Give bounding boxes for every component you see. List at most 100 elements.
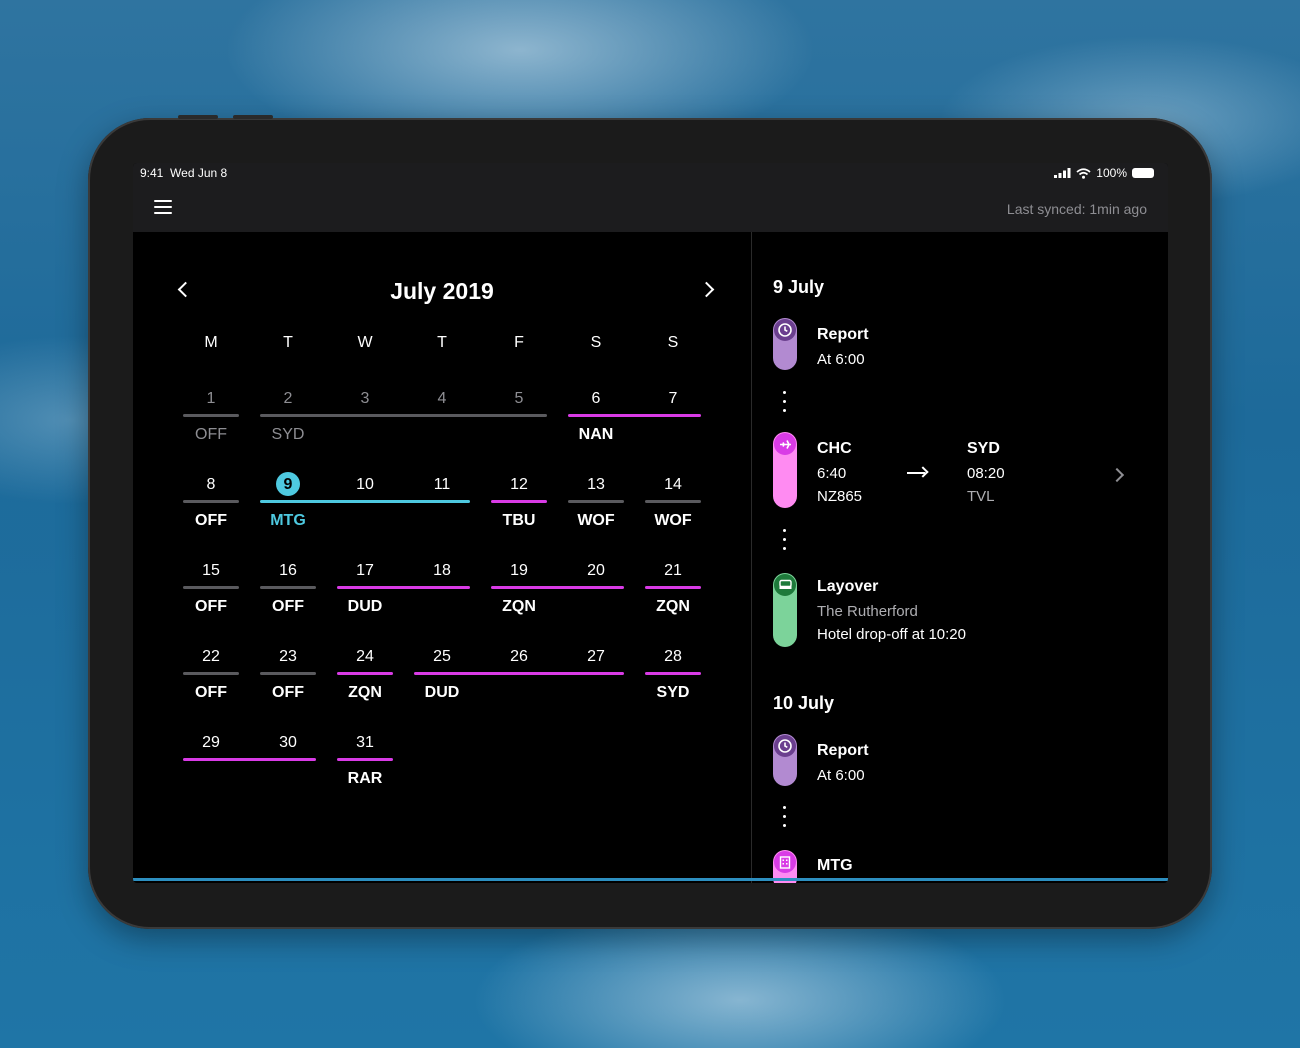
- clock-icon: [774, 319, 796, 341]
- day-code: SYD: [271, 426, 305, 443]
- calendar-day-10[interactable]: [329, 462, 401, 534]
- status-time-date: 9:41 Wed Jun 8: [140, 166, 227, 180]
- status-right: 100%: [1054, 166, 1154, 180]
- day-number: 3: [360, 390, 370, 407]
- hardware-button: [178, 115, 218, 119]
- weekday-label: T: [437, 334, 447, 351]
- day-number: 7: [668, 390, 678, 407]
- duty-bar: [183, 672, 239, 675]
- duty-bar: [491, 500, 547, 503]
- duty-bar: [645, 672, 701, 675]
- day-number: 10: [356, 476, 374, 493]
- day-number: 12: [510, 476, 528, 493]
- meeting-title: MTG: [817, 857, 853, 874]
- report-title: Report: [817, 326, 869, 343]
- duty-bar: [260, 586, 316, 589]
- next-month-button[interactable]: [699, 280, 719, 300]
- building-icon: [774, 851, 796, 873]
- weekday-label: M: [204, 334, 218, 351]
- day-code: WOF: [654, 512, 692, 529]
- day-code: ZQN: [656, 598, 690, 615]
- duty-bar: [260, 500, 470, 503]
- duty-bar: [183, 758, 316, 761]
- duty-bar: [260, 672, 316, 675]
- calendar-day-11[interactable]: [406, 462, 478, 534]
- duty-bar: [568, 500, 624, 503]
- app-bar: Last synced: 1min ago: [133, 183, 1168, 232]
- status-time: 9:41: [140, 166, 164, 180]
- day-number: 4: [437, 390, 447, 407]
- day-number: 26: [510, 648, 528, 665]
- report-time: At 6:00: [817, 351, 865, 368]
- clock-icon: [774, 735, 796, 757]
- plane-icon: [774, 433, 796, 455]
- calendar-day-3[interactable]: [329, 376, 401, 448]
- calendar-day-29[interactable]: [175, 720, 247, 792]
- calendar-day-30[interactable]: [252, 720, 324, 792]
- timeline-dots: [783, 391, 787, 418]
- duty-bar: [183, 586, 239, 589]
- wifi-icon: [1076, 167, 1091, 179]
- calendar-day-18[interactable]: [406, 548, 478, 620]
- day-code: OFF: [195, 598, 227, 615]
- day-code: DUD: [424, 684, 460, 701]
- battery-icon: [1132, 168, 1154, 178]
- flight-destination: SYD: [967, 440, 1000, 457]
- layover-note: Hotel drop-off at 10:20: [817, 626, 966, 643]
- calendar-day-7[interactable]: [637, 376, 709, 448]
- calendar-day-4[interactable]: [406, 376, 478, 448]
- arrow-right-icon: [907, 467, 929, 479]
- flight-origin: CHC: [817, 440, 852, 457]
- weekday-label: W: [357, 334, 373, 351]
- day-number: 23: [279, 648, 297, 665]
- flight-aircraft: TVL: [967, 488, 995, 505]
- day-number: 13: [587, 476, 605, 493]
- last-synced-label: Last synced: 1min ago: [1006, 201, 1147, 217]
- duty-bar: [183, 500, 239, 503]
- day-code: ZQN: [502, 598, 536, 615]
- flight-row[interactable]: [752, 432, 1168, 512]
- day-detail-panel: 9 July Report At 6:00 CHC 6:40 NZ865 SYD…: [752, 232, 1168, 883]
- month-title: July 2019: [390, 278, 494, 304]
- calendar-day-5[interactable]: [483, 376, 555, 448]
- bottom-accent-line: [133, 878, 1168, 881]
- weekday-label: F: [514, 334, 524, 351]
- battery-percent: 100%: [1096, 166, 1127, 180]
- day-number: 2: [283, 390, 293, 407]
- status-date: Wed Jun 8: [170, 166, 228, 180]
- signal-icon: [1054, 168, 1071, 178]
- calendar-day-20[interactable]: [560, 548, 632, 620]
- report-time: At 6:00: [817, 767, 865, 784]
- duty-bar: [645, 586, 701, 589]
- day-number: 11: [433, 476, 451, 493]
- weekday-label: T: [283, 334, 293, 351]
- day-number: 29: [202, 734, 220, 751]
- day-number: 25: [433, 648, 451, 665]
- chevron-right-icon[interactable]: [1112, 468, 1126, 482]
- calendar-day-27[interactable]: [560, 634, 632, 706]
- duty-bar: [183, 414, 239, 417]
- hardware-button: [233, 115, 273, 119]
- day-number: 30: [279, 734, 297, 751]
- day-code: OFF: [195, 512, 227, 529]
- flight-departure-time: 6:40: [817, 465, 847, 482]
- bed-icon: [774, 574, 796, 596]
- day-code: DUD: [347, 598, 383, 615]
- duty-bar: [337, 586, 470, 589]
- duty-bar: [337, 758, 393, 761]
- duty-bar: [260, 414, 547, 417]
- hamburger-menu-icon[interactable]: [154, 200, 172, 214]
- day-number: 1: [206, 390, 216, 407]
- day-code: WOF: [577, 512, 615, 529]
- day-number: 6: [591, 390, 601, 407]
- day-code: OFF: [195, 684, 227, 701]
- day-number: 20: [587, 562, 605, 579]
- layover-title: Layover: [817, 578, 879, 595]
- day-code: OFF: [272, 684, 304, 701]
- calendar-day-26[interactable]: [483, 634, 555, 706]
- day-number: 31: [356, 734, 374, 751]
- day-number: 24: [356, 648, 374, 665]
- day-number: 19: [510, 562, 528, 579]
- screen: 9:41 Wed Jun 8 100% Last synced: 1min ag…: [133, 163, 1168, 883]
- day-number: 14: [664, 476, 682, 493]
